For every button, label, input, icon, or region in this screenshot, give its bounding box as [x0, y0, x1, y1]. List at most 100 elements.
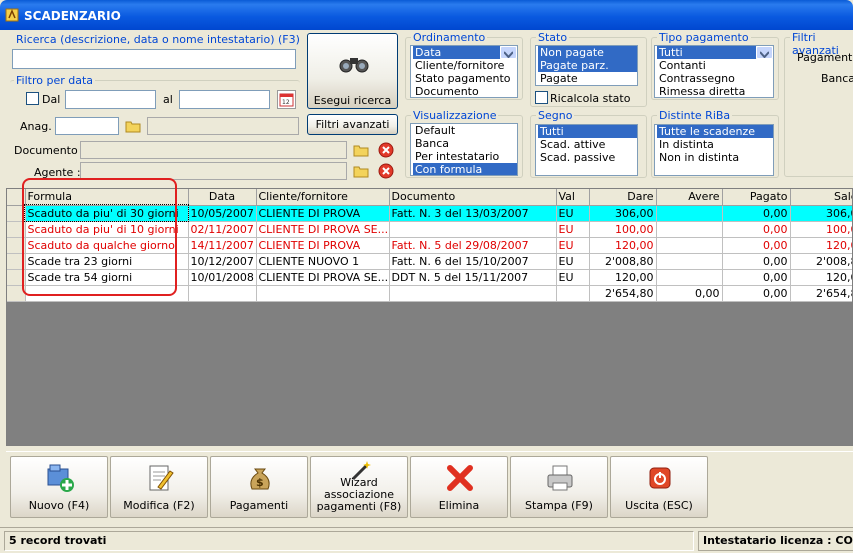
cell-cliente: CLIENTE DI PROVA — [256, 205, 390, 222]
column-header[interactable]: Val — [556, 189, 590, 206]
ordinamento-list[interactable]: Data Cliente/fornitore Stato pagamento Docu… — [410, 45, 518, 98]
anag-code-input[interactable] — [55, 117, 119, 135]
column-header[interactable]: Dare — [589, 189, 657, 206]
uscita-button[interactable]: Uscita (ESC) — [610, 456, 708, 518]
scadenzario-window: SCADENZARIO Ricerca (descrizione, data o… — [0, 0, 853, 553]
stato-option[interactable]: Non pagate — [538, 46, 637, 59]
cell-val: EU — [556, 205, 590, 222]
documento-label: Documento : — [14, 144, 85, 157]
visualizzazione-option[interactable]: Banca — [413, 137, 517, 150]
total-dare: 2'654,80 — [589, 285, 657, 302]
agente-folder-icon[interactable] — [352, 162, 370, 180]
cell-val: EU — [556, 221, 590, 238]
scroll-down-icon[interactable] — [756, 46, 773, 59]
bottom-toolbar: Nuovo (F4) Modifica (F2) $ Pagamenti Wiz… — [6, 451, 853, 523]
cell-data: 10/05/2007 — [188, 205, 257, 222]
stato-option[interactable]: Pagate — [538, 72, 637, 85]
total-empty — [256, 285, 390, 302]
date-filter-title: Filtro per data — [14, 74, 96, 87]
column-header[interactable]: Saldo — [790, 189, 852, 206]
status-bar: 5 record trovati Intestatario licenza : … — [0, 527, 853, 553]
cell-data: 10/12/2007 — [188, 253, 257, 270]
stato-option[interactable]: Pagate parz. — [538, 59, 637, 72]
column-header[interactable]: Pagato — [722, 189, 791, 206]
segno-list[interactable]: Tutti Scad. attive Scad. passive — [535, 124, 638, 176]
documento-field — [80, 141, 347, 159]
stampa-button[interactable]: Stampa (F9) — [510, 456, 608, 518]
elimina-label: Elimina — [438, 499, 480, 512]
agente-clear-icon[interactable] — [378, 163, 394, 179]
cell-saldo: 306,00 — [790, 205, 852, 222]
nuovo-label: Nuovo (F4) — [28, 499, 90, 512]
anag-folder-icon[interactable] — [124, 117, 142, 135]
documento-clear-icon[interactable] — [378, 142, 394, 158]
highlight-annotation — [22, 178, 177, 296]
tipo-pagamento-option[interactable]: Rimessa diretta — [657, 85, 756, 97]
tipo-pagamento-option[interactable]: Contanti — [657, 59, 756, 72]
ordinamento-option[interactable]: Stato pagamento — [413, 72, 511, 85]
total-saldo: 2'654,80 — [790, 285, 852, 302]
visualizzazione-option[interactable]: Per intestatario — [413, 150, 517, 163]
title-bar: SCADENZARIO — [0, 0, 853, 30]
dal-checkbox[interactable] — [26, 92, 39, 105]
ordinamento-option[interactable]: Cliente/fornitore — [413, 59, 504, 72]
ordinamento-option[interactable]: Data — [413, 46, 500, 59]
date-from-input[interactable] — [65, 90, 156, 109]
stato-list[interactable]: Non pagate Pagate parz. Pagate — [535, 45, 638, 86]
distinte-option[interactable]: Tutte le scadenze — [657, 125, 773, 138]
pagamenti-button[interactable]: $ Pagamenti — [210, 456, 308, 518]
column-header[interactable]: Documento — [389, 189, 557, 206]
license-holder: Intestatario licenza : CODI — [698, 531, 853, 551]
cell-pagato: 0,00 — [722, 237, 791, 254]
search-input[interactable] — [12, 49, 296, 69]
window-title: SCADENZARIO — [24, 9, 121, 23]
column-header[interactable]: Data — [188, 189, 257, 206]
pagamento-label: Pagamento — [797, 51, 853, 64]
total-avere: 0,00 — [656, 285, 723, 302]
segno-option[interactable]: Scad. passive — [538, 151, 637, 164]
distinte-list[interactable]: Tutte le scadenze In distinta Non in disti… — [654, 124, 774, 176]
cell-saldo: 100,00 — [790, 221, 852, 238]
cell-dare: 100,00 — [589, 221, 657, 238]
cell-cliente: CLIENTE DI PROVA SE... — [256, 221, 390, 238]
ordinamento-option[interactable]: Documento — [413, 85, 500, 97]
cell-dare: 306,00 — [589, 205, 657, 222]
ordinamento-title: Ordinamento — [411, 31, 488, 44]
advanced-filters-button[interactable]: Filtri avanzati — [307, 114, 398, 135]
visualizzazione-option[interactable]: Con formula — [413, 163, 517, 175]
wizard-button[interactable]: Wizard associazione pagamenti (F8) — [310, 456, 408, 518]
tipo-pagamento-option[interactable]: Contrassegno — [657, 72, 756, 85]
search-button[interactable]: Esegui ricerca — [307, 33, 398, 109]
scroll-down-icon[interactable] — [500, 46, 517, 59]
cell-avere — [656, 205, 723, 222]
cell-documento: Fatt. N. 5 del 29/08/2007 — [389, 237, 557, 254]
documento-folder-icon[interactable] — [352, 141, 370, 159]
cell-dare: 120,00 — [589, 269, 657, 286]
calendar-icon[interactable]: 12 — [277, 90, 296, 109]
edit-icon — [149, 465, 174, 491]
cell-data: 10/01/2008 — [188, 269, 257, 286]
power-icon — [649, 467, 671, 489]
ordinamento-scrollbar[interactable] — [500, 46, 517, 59]
tipo-pagamento-option[interactable]: Tutti — [657, 46, 756, 59]
nuovo-button[interactable]: Nuovo (F4) — [10, 456, 108, 518]
distinte-option[interactable]: Non in distinta — [657, 151, 773, 164]
tipo-pagamento-list[interactable]: Tutti Contanti Contrassegno Rimessa diretta — [654, 45, 774, 98]
visualizzazione-list[interactable]: Default Banca Per intestatario Con formula — [410, 123, 518, 176]
modifica-button[interactable]: Modifica (F2) — [110, 456, 208, 518]
distinte-option[interactable]: In distinta — [657, 138, 773, 151]
column-header[interactable]: Cliente/fornitore — [256, 189, 390, 206]
stato-title: Stato — [536, 31, 570, 44]
anag-label: Anag. : — [20, 120, 59, 133]
tipo-pagamento-scrollbar[interactable] — [756, 46, 773, 59]
column-header[interactable]: Avere — [656, 189, 723, 206]
ricalcola-checkbox[interactable] — [535, 91, 548, 104]
segno-option[interactable]: Tutti — [538, 125, 637, 138]
visualizzazione-option[interactable]: Default — [413, 124, 517, 137]
tipo-pagamento-title: Tipo pagamento — [657, 31, 751, 44]
segno-option[interactable]: Scad. attive — [538, 138, 637, 151]
anag-name-field — [147, 117, 299, 135]
search-label: Ricerca (descrizione, data o nome intest… — [16, 33, 300, 46]
elimina-button[interactable]: Elimina — [410, 456, 508, 518]
date-to-input[interactable] — [179, 90, 270, 109]
